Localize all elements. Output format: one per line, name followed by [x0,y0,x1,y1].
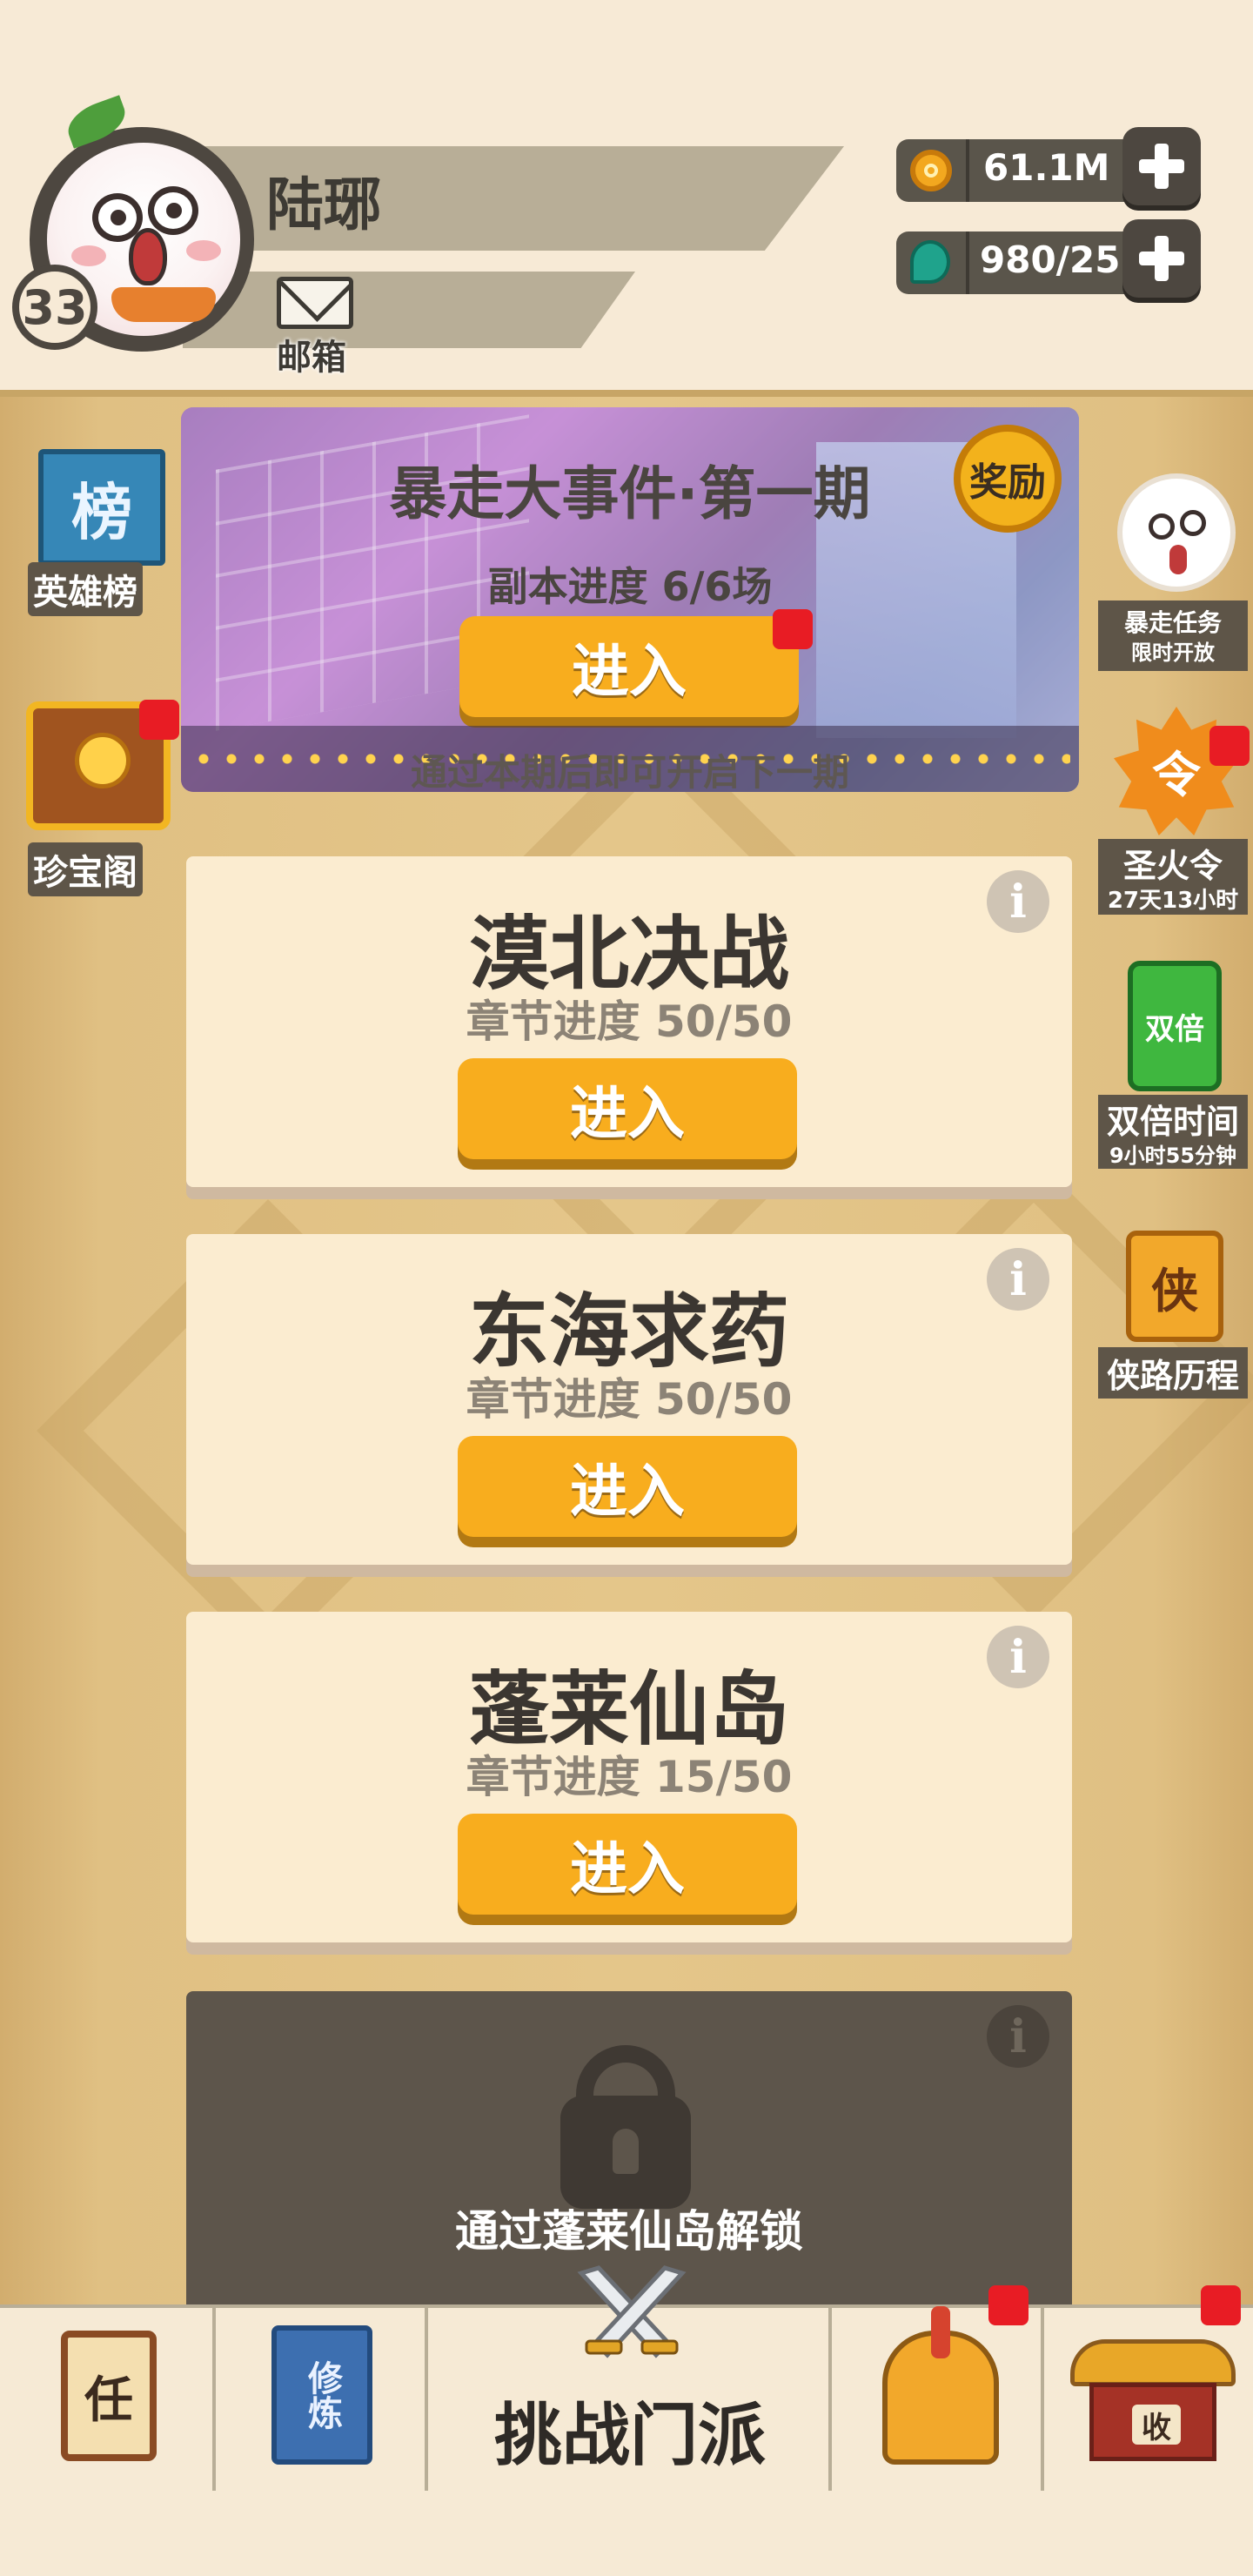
notification-dot [773,609,813,649]
leaderboard-label[interactable]: 英雄榜 [28,562,143,616]
book-icon: 修炼 [271,2325,372,2465]
mail-icon[interactable] [277,277,353,329]
event-note: 通过本期后即可开启下一期 [410,751,849,792]
treasure-label[interactable]: 珍宝阁 [28,842,143,896]
chapter-progress: 章节进度 15/50 [466,1752,793,1802]
double-time-icon[interactable]: 双倍 [1128,961,1222,1091]
divider [966,231,969,294]
level-badge: 33 [12,265,97,350]
challenge-label: 挑战门派 [493,2397,766,2475]
bottom-padding [0,2491,1253,2576]
info-icon[interactable]: i [987,1248,1049,1311]
nav-equipment[interactable] [832,2306,1044,2494]
chapter-progress: 章节进度 50/50 [466,1374,793,1425]
shop-icon: 收 [1070,2339,1236,2461]
riot-task-sub: 限时开放 [1098,635,1248,671]
sub-banner [183,272,635,348]
shop-body: 收 [1089,2383,1216,2461]
riot-task-label[interactable]: 暴走任务 [1098,600,1248,639]
mascot-mouth [1169,545,1187,574]
gem-icon [910,240,950,284]
double-time-label[interactable]: 双倍时间 [1098,1095,1248,1143]
notification-dot [988,2285,1029,2325]
info-icon[interactable]: i [987,2005,1049,2068]
event-banner[interactable]: 暴走大事件·第一期 奖励 副本进度 6/6场 进入 通过本期后即可开启下一期 [181,407,1079,792]
mascot-eye [1149,513,1175,540]
double-time-timer: 9小时55分钟 [1098,1138,1248,1169]
hero-journey-icon[interactable]: 侠 [1126,1231,1223,1342]
event-enter-button[interactable]: 进入 [459,616,799,717]
chapter-enter-button[interactable]: 进入 [458,1436,797,1537]
avatar-cheek [186,240,221,261]
avatar-scarf [111,287,216,322]
notification-dot [139,700,179,740]
hero-journey-label[interactable]: 侠路历程 [1098,1347,1248,1399]
bottom-nav: 任 修炼 挑战门派 收 [0,2265,1253,2494]
notification-dot [1209,726,1250,766]
holy-fire-timer: 27天13小时 [1098,882,1248,915]
helmet-icon [882,2306,999,2465]
nav-cultivate[interactable]: 修炼 [216,2308,428,2494]
holy-fire-label[interactable]: 圣火令 [1098,839,1248,887]
info-icon[interactable]: i [987,1626,1049,1688]
chapter-progress: 章节进度 50/50 [466,996,793,1047]
nav-tasks[interactable]: 任 [0,2308,216,2494]
chapter-card: 蓬莱仙岛 章节进度 15/50 进入 i [186,1612,1072,1942]
add-coins-button[interactable] [1122,127,1201,205]
divider [966,139,969,202]
crossed-swords-icon [577,2265,687,2358]
avatar-cheek [71,245,106,266]
scroll-icon: 任 [61,2331,157,2461]
mail-label[interactable]: 邮箱 [277,329,346,379]
info-icon[interactable]: i [987,870,1049,933]
event-progress: 副本进度 6/6场 [487,563,773,610]
header: 陆琊 邮箱 33 61.1M 980/25 [0,0,1253,390]
lock-keyhole [613,2129,639,2174]
leaderboard-icon[interactable]: 榜 [38,449,165,566]
nav-challenge[interactable]: 挑战门派 [428,2265,832,2494]
mascot-icon[interactable] [1117,473,1236,592]
reward-badge[interactable]: 奖励 [954,425,1062,533]
chapter-enter-button[interactable]: 进入 [458,1058,797,1159]
coin-icon [910,150,952,191]
add-gems-button[interactable] [1122,219,1201,298]
gems-value: 980/25 [980,238,1121,281]
chapter-enter-button[interactable]: 进入 [458,1814,797,1915]
shop-roof [1070,2339,1236,2386]
nav-shop[interactable]: 收 [1044,2308,1253,2494]
player-name: 陆琊 [266,171,381,238]
event-title: 暴走大事件·第一期 [389,460,871,527]
unlock-hint: 通过蓬莱仙岛解锁 [455,2206,803,2257]
mascot-eye [1180,510,1206,536]
chapter-card: 东海求药 章节进度 50/50 进入 i [186,1234,1072,1565]
notification-dot [1201,2285,1241,2325]
chapter-card: 漠北决战 章节进度 50/50 进入 i [186,856,1072,1187]
avatar-eye-right [148,186,198,235]
coins-value: 61.1M [983,146,1110,189]
shop-sign: 收 [1132,2405,1181,2445]
avatar-mouth [129,228,167,285]
